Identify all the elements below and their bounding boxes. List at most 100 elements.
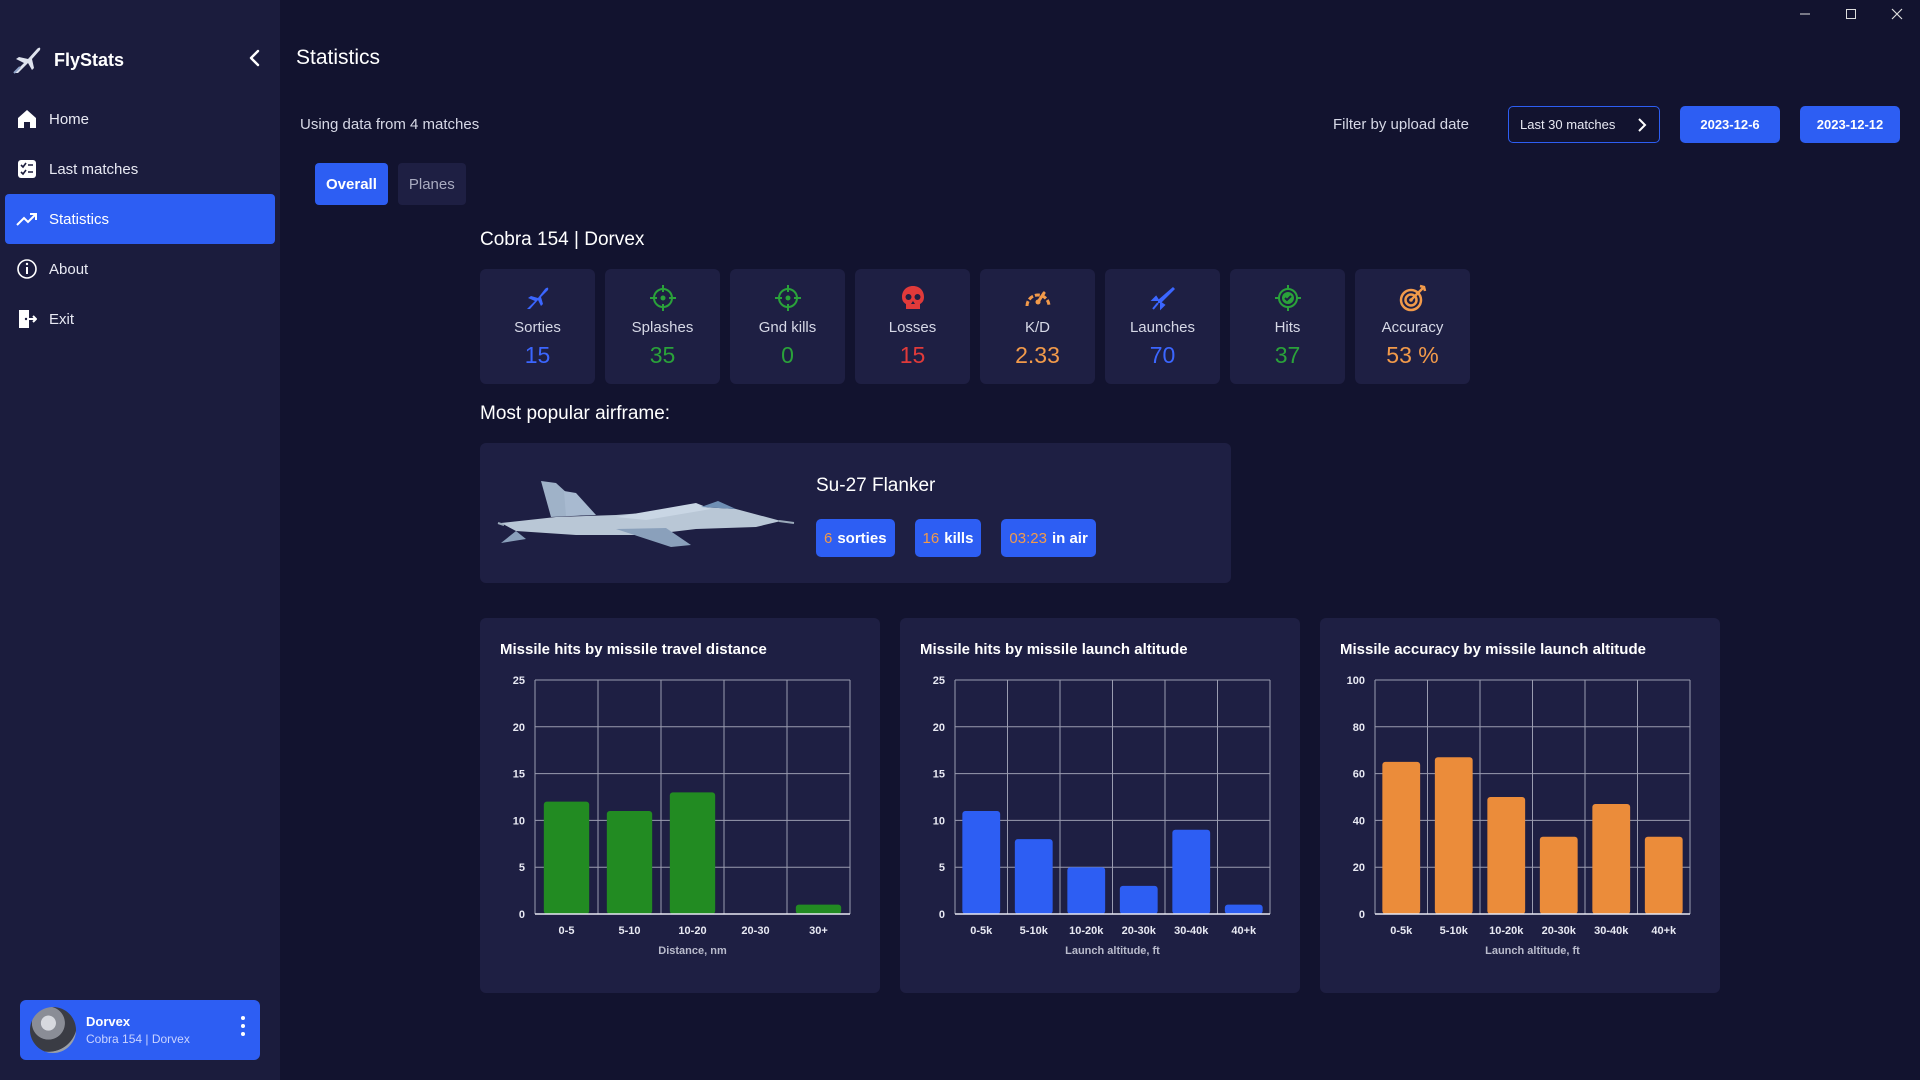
sidebar-item-exit[interactable]: Exit — [5, 294, 275, 344]
bar — [1644, 836, 1683, 914]
sorties-count: 6 — [824, 529, 833, 547]
app-name: FlyStats — [54, 49, 125, 70]
x-tick-label: 10-20k — [1069, 925, 1104, 937]
info-icon — [15, 257, 39, 281]
profile-text: Dorvex Cobra 154 | Dorvex — [86, 1014, 190, 1046]
bar — [1539, 836, 1578, 914]
y-tick-label: 10 — [933, 815, 945, 827]
jet-logo-icon — [13, 47, 41, 74]
stat-label: Hits — [1274, 319, 1301, 336]
popular-airframe-card: Su-27 Flanker 6 sorties 16 kills 03:23 i… — [480, 443, 1231, 583]
bar — [543, 801, 590, 914]
x-tick-label: 5-10k — [1020, 925, 1049, 937]
y-tick-label: 80 — [1353, 722, 1365, 734]
bar — [606, 811, 653, 914]
sidebar-item-last-matches[interactable]: Last matches — [5, 144, 275, 194]
y-tick-label: 60 — [1353, 769, 1365, 781]
bar-chart-altitude-accuracy: 0 20 40 60 80 100 0-5k 5-10k 10-20k 20-30k 30-40k 4… — [1347, 675, 1691, 957]
sidebar-item-label: Exit — [49, 310, 75, 328]
exit-icon — [15, 307, 39, 331]
charts-row: Missile hits by missile travel distance … — [480, 618, 1720, 993]
date-to-button[interactable]: 2023-12-12 — [1800, 106, 1900, 143]
sidebar-item-label: Statistics — [49, 210, 110, 228]
y-tick-label: 20 — [513, 722, 525, 734]
x-tick-label: 5-10 — [618, 925, 640, 937]
check-target-icon — [1273, 283, 1303, 313]
bullseye-icon — [1398, 283, 1428, 313]
date-from-button[interactable]: 2023-12-6 — [1680, 106, 1780, 143]
sidebar-nav: Home Last matches Statistics About Exit — [5, 94, 275, 344]
sidebar-item-label: About — [49, 260, 89, 278]
sidebar-item-label: Last matches — [49, 160, 139, 178]
x-tick-label: 0-5k — [1390, 925, 1413, 937]
bar-chart-distance: 0 5 10 15 20 25 0-5 5-10 10-20 20-30 30+ Distance, … — [513, 675, 851, 957]
stat-label: Gnd kills — [758, 319, 817, 336]
list-icon — [15, 157, 39, 181]
x-tick-label: 10-20 — [678, 925, 706, 937]
x-tick-label: 5-10k — [1440, 925, 1469, 937]
kills-chip: 16 kills — [914, 519, 982, 557]
sorties-chip: 6 sorties — [816, 519, 895, 557]
more-vertical-icon[interactable] — [240, 1016, 246, 1036]
stat-value: 53 % — [1386, 342, 1439, 368]
collapse-sidebar-button[interactable] — [243, 46, 265, 70]
stats-row: Sorties 15 Splashes 35 Gnd kills 0 Losse… — [480, 269, 1470, 384]
minimize-icon — [1800, 13, 1810, 15]
x-tick-label: 40+k — [1231, 925, 1257, 937]
x-tick-label: 10-20k — [1489, 925, 1524, 937]
x-tick-label: 20-30k — [1122, 925, 1157, 937]
stat-label: Losses — [888, 319, 937, 336]
stat-card-sorties: Sorties 15 — [480, 269, 595, 384]
bar — [1119, 885, 1158, 914]
brand: FlyStats — [10, 42, 124, 78]
missile-icon — [1148, 283, 1178, 313]
trending-icon — [15, 207, 39, 231]
last-matches-filter-button[interactable]: Last 30 matches — [1508, 106, 1660, 143]
bar — [1382, 761, 1421, 914]
y-tick-label: 40 — [1353, 815, 1365, 827]
sidebar-item-label: Home — [49, 110, 90, 128]
bar — [1067, 867, 1106, 914]
minimize-button[interactable] — [1782, 0, 1828, 28]
y-tick-label: 20 — [933, 722, 945, 734]
stat-label: Sorties — [514, 319, 561, 336]
sidebar-item-home[interactable]: Home — [5, 94, 275, 144]
close-icon — [1891, 8, 1903, 20]
bar — [1014, 839, 1053, 914]
bar — [795, 904, 842, 914]
chevron-left-icon — [249, 49, 260, 67]
maximize-icon — [1846, 9, 1856, 19]
close-button[interactable] — [1874, 0, 1920, 28]
popular-airframe-title: Most popular airframe: — [480, 403, 671, 424]
y-tick-label: 100 — [1347, 675, 1365, 687]
stat-value: 15 — [899, 342, 926, 368]
x-tick-label: 30+ — [809, 925, 828, 937]
sidebar-item-statistics[interactable]: Statistics — [5, 194, 275, 244]
tab-overall[interactable]: Overall — [315, 163, 388, 205]
stat-card-launches: Launches 70 — [1105, 269, 1220, 384]
y-tick-label: 0 — [939, 909, 945, 921]
jet-icon — [523, 283, 553, 313]
chart-card-altitude-accuracy: Missile accuracy by missile launch altit… — [1320, 618, 1720, 993]
sidebar-item-about[interactable]: About — [5, 244, 275, 294]
x-tick-label: 40+k — [1651, 925, 1677, 937]
air-time-value: 03:23 — [1009, 529, 1047, 547]
x-tick-label: 0-5k — [970, 925, 993, 937]
stat-value: 0 — [781, 342, 794, 368]
y-tick-label: 25 — [933, 675, 945, 687]
stat-card-accuracy: Accuracy 53 % — [1355, 269, 1470, 384]
y-tick-label: 15 — [513, 769, 525, 781]
y-tick-label: 0 — [519, 909, 525, 921]
crosshair-icon — [648, 283, 678, 313]
app-window: FlyStats Home Last matches Statistics Ab… — [0, 0, 1920, 1080]
user-profile-card[interactable]: Dorvex Cobra 154 | Dorvex — [20, 1000, 260, 1060]
stat-card-hits: Hits 37 — [1230, 269, 1345, 384]
page-title: Statistics — [296, 46, 381, 69]
window-controls — [1782, 0, 1920, 28]
stat-label: Accuracy — [1381, 319, 1444, 336]
tab-planes[interactable]: Planes — [397, 163, 466, 205]
maximize-button[interactable] — [1828, 0, 1874, 28]
air-time-chip: 03:23 in air — [1001, 519, 1096, 557]
chevron-right-icon — [1638, 118, 1647, 132]
sidebar: FlyStats Home Last matches Statistics Ab… — [0, 0, 280, 1080]
